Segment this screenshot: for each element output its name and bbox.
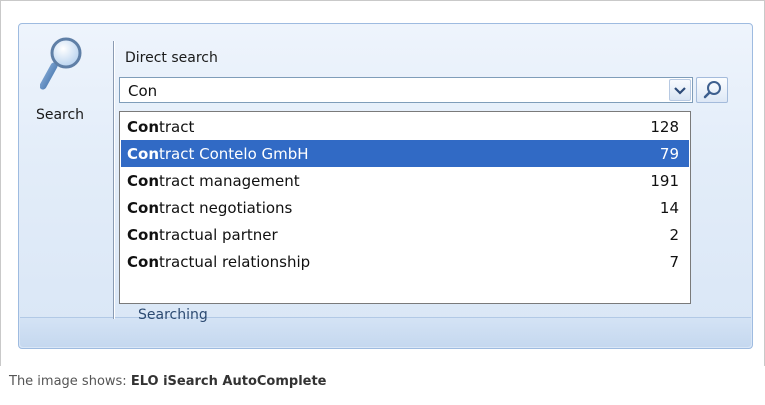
caption-prefix: The image shows: xyxy=(9,374,131,389)
suggestion-rest: tractual partner xyxy=(159,226,278,244)
suggestion-count: 2 xyxy=(669,226,679,244)
suggestion-rest: tract Contelo GmbH xyxy=(159,145,309,163)
search-ribbon-button[interactable]: Search xyxy=(20,28,108,308)
suggestion-text: Contract management xyxy=(127,172,300,190)
suggestion-match-prefix: Con xyxy=(127,226,159,244)
execute-search-button[interactable] xyxy=(696,77,728,103)
ribbon-group-footer xyxy=(20,317,751,347)
suggestion-match-prefix: Con xyxy=(127,253,159,271)
suggestion-text: Contract Contelo GmbH xyxy=(127,145,309,163)
suggestion-text: Contract xyxy=(127,118,194,136)
autocomplete-list: Contract 128 Contract Contelo GmbH 79 Contra… xyxy=(119,111,691,304)
image-caption: The image shows: ELO iSearch AutoComplet… xyxy=(9,374,327,389)
suggestion-count: 79 xyxy=(659,145,679,163)
suggestion-text: Contractual partner xyxy=(127,226,278,244)
suggestion-text: Contract negotiations xyxy=(127,199,292,217)
suggestion-rest: tract xyxy=(159,118,195,136)
search-icon xyxy=(703,81,721,99)
suggestion-count: 14 xyxy=(659,199,679,217)
search-button-label: Search xyxy=(35,107,85,123)
suggestion-count: 7 xyxy=(669,253,679,271)
ribbon-group-label: Searching xyxy=(138,307,208,323)
suggestion-text: Contractual relationship xyxy=(127,253,310,271)
suggestion-match-prefix: Con xyxy=(127,172,159,190)
group-separator xyxy=(113,41,114,319)
suggestion-count: 128 xyxy=(650,118,679,136)
suggestion-item[interactable]: Contractual relationship 7 xyxy=(121,248,689,275)
suggestion-match-prefix: Con xyxy=(127,199,159,217)
suggestion-match-prefix: Con xyxy=(127,145,159,163)
chevron-down-icon xyxy=(674,87,686,95)
suggestion-item[interactable]: Contractual partner 2 xyxy=(121,221,689,248)
suggestion-count: 191 xyxy=(650,172,679,190)
suggestion-rest: tractual relationship xyxy=(159,253,311,271)
suggestion-rest: tract negotiations xyxy=(159,199,293,217)
suggestion-item[interactable]: Contract management 191 xyxy=(121,167,689,194)
suggestion-item[interactable]: Contract Contelo GmbH 79 xyxy=(121,140,689,167)
caption-title: ELO iSearch AutoComplete xyxy=(130,374,327,389)
magnifier-icon xyxy=(40,37,82,90)
direct-search-input[interactable]: Con xyxy=(128,82,157,100)
direct-search-combobox[interactable]: Con xyxy=(119,77,693,103)
suggestion-match-prefix: Con xyxy=(127,118,159,136)
dropdown-button[interactable] xyxy=(669,79,691,101)
direct-search-label: Direct search xyxy=(125,50,218,66)
suggestion-item[interactable]: Contract 128 xyxy=(121,113,689,140)
suggestion-rest: tract management xyxy=(159,172,300,190)
screenshot-frame: Search Direct search Con Contract 128 Cont… xyxy=(0,0,765,366)
suggestion-item[interactable]: Contract negotiations 14 xyxy=(121,194,689,221)
